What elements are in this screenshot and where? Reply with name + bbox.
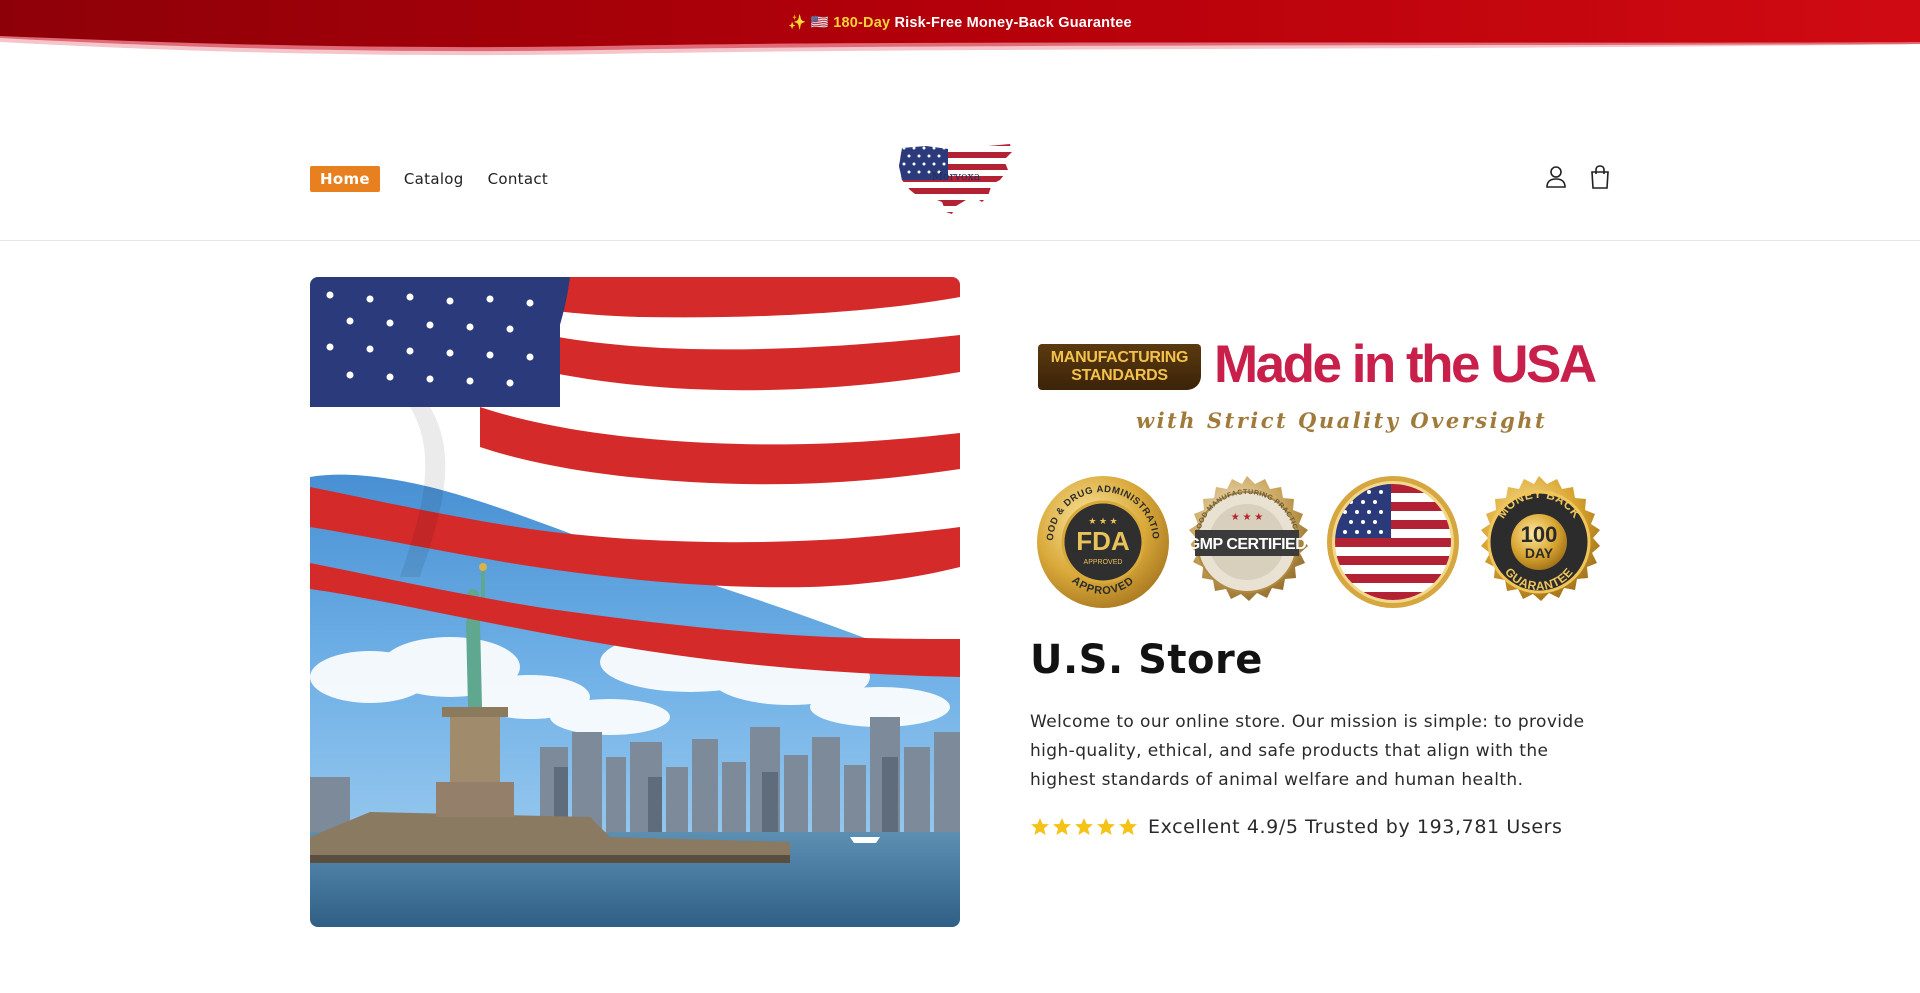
star-icon bbox=[1097, 818, 1115, 835]
usa-flag-seal bbox=[1325, 474, 1461, 610]
announcement-emoji: ✨ 🇺🇸 bbox=[788, 15, 829, 31]
star-icon bbox=[1053, 818, 1071, 835]
fda-small-text: APPROVED bbox=[1084, 559, 1123, 566]
badge-line-2: STANDARDS bbox=[1071, 367, 1168, 384]
manufacturing-standards-badge: MANUFACTURING STANDARDS bbox=[1038, 344, 1201, 390]
gmp-center-text: GMP CERTIFIED bbox=[1188, 536, 1307, 553]
account-icon[interactable] bbox=[1544, 164, 1568, 190]
made-in-usa-headline: Made in the USA bbox=[1214, 335, 1597, 394]
star-icon bbox=[1119, 818, 1137, 835]
made-in-usa-banner: MANUFACTURING STANDARDS Made in the USA … bbox=[1036, 335, 1597, 450]
cart-icon[interactable] bbox=[1588, 164, 1612, 190]
announcement-bar: ✨ 🇺🇸 180-Day Risk-Free Money-Back Guaran… bbox=[0, 0, 1920, 64]
star-icon bbox=[1075, 818, 1093, 835]
quality-oversight-subline: with Strict Quality Oversight bbox=[1136, 408, 1548, 433]
star-icon bbox=[1031, 818, 1049, 835]
svg-text:★ ★ ★: ★ ★ ★ bbox=[1231, 512, 1263, 523]
svg-text:★ ★ ★: ★ ★ ★ bbox=[1088, 516, 1117, 526]
announcement-wave-background bbox=[0, 0, 1920, 56]
main-nav: Home Catalog Contact bbox=[310, 166, 572, 192]
fda-approved-seal: FOOD & DRUG ADMINISTRATION APPROVED FDA … bbox=[1031, 466, 1171, 610]
hero-image-flag-statue-of-liberty bbox=[310, 277, 960, 927]
nav-catalog-link[interactable]: Catalog bbox=[404, 170, 464, 188]
rating-text: Excellent 4.9/5 Trusted by 193,781 Users bbox=[1148, 816, 1563, 838]
gmp-certified-seal: GOOD MANUFACTURING PRACTICE GMP CERTIFIE… bbox=[1179, 474, 1315, 610]
guarantee-unit: DAY bbox=[1525, 545, 1554, 561]
announcement-highlight: 180-Day bbox=[833, 15, 891, 31]
certification-seals: FOOD & DRUG ADMINISTRATION APPROVED FDA … bbox=[1031, 466, 1608, 610]
rating-row: Excellent 4.9/5 Trusted by 193,781 Users bbox=[1030, 816, 1563, 838]
site-header: Home Catalog Contact Morvoxa bbox=[0, 64, 1920, 241]
guarantee-number: 100 bbox=[1521, 522, 1558, 547]
store-title: U.S. Store bbox=[1030, 637, 1263, 683]
site-logo[interactable]: Morvoxa bbox=[896, 140, 1016, 220]
nav-contact-link[interactable]: Contact bbox=[488, 170, 548, 188]
money-back-guarantee-seal: MONEY BACK GUARANTEE 100 DAY bbox=[1471, 474, 1607, 610]
fda-center-text: FDA bbox=[1076, 526, 1130, 556]
badge-line-1: MANUFACTURING bbox=[1050, 349, 1189, 366]
rating-stars bbox=[1030, 817, 1140, 837]
nav-home-link[interactable]: Home bbox=[310, 166, 380, 192]
store-description: Welcome to our online store. Our mission… bbox=[1030, 712, 1585, 790]
announcement-message: Risk-Free Money-Back Guarantee bbox=[894, 15, 1132, 31]
logo-text: Morvoxa bbox=[931, 170, 981, 183]
announcement-text: ✨ 🇺🇸 180-Day Risk-Free Money-Back Guaran… bbox=[0, 14, 1920, 31]
